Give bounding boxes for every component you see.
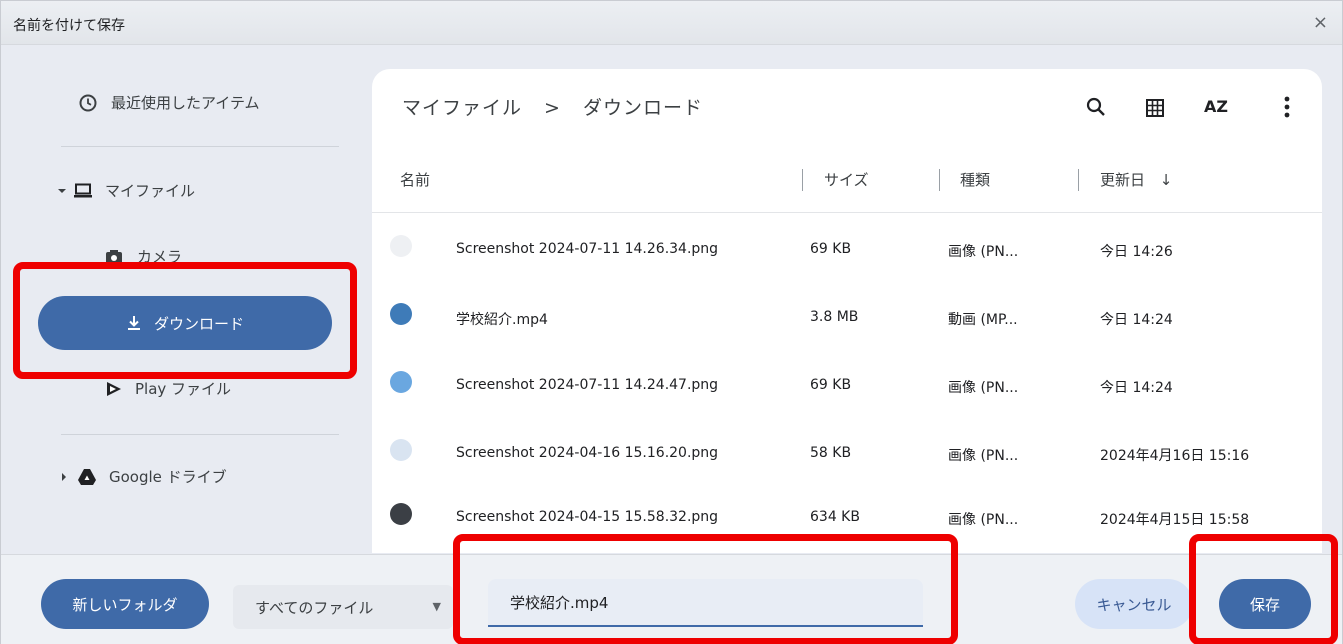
column-divider [802,169,803,191]
dialog-titlebar: 名前を付けて保存 × [1,1,1342,45]
more-vert-icon[interactable] [1284,96,1290,118]
file-name: Screenshot 2024-07-11 14.26.34.png [456,241,719,257]
breadcrumb: マイファイル > ダウンロード [402,93,703,120]
grid-view-icon[interactable] [1146,99,1164,117]
file-size: 69 KB [810,241,852,257]
file-type-select[interactable]: すべてのファイル ▼ [233,585,453,629]
sort-az-icon[interactable]: AZ [1204,97,1228,116]
dialog-title: 名前を付けて保存 [13,18,125,34]
breadcrumb-root[interactable]: マイファイル [402,93,522,120]
google-drive-icon [78,468,96,485]
file-type: 画像 (PN... [948,512,1019,528]
file-type: 画像 (PN... [948,244,1019,260]
column-header-name[interactable]: 名前 [400,169,430,190]
column-header-type[interactable]: 種類 [960,169,990,190]
file-type: 画像 (PN... [948,448,1019,464]
chevron-down-icon[interactable] [57,186,67,196]
sidebar-item-recent[interactable]: 最近使用したアイテム [79,92,260,113]
chevron-down-icon: ▼ [432,600,441,613]
file-row[interactable]: Screenshot 2024-04-16 15.16.20.png 58 KB… [372,421,1322,489]
play-store-icon [107,381,121,396]
file-type: 画像 (PN... [948,380,1019,396]
column-divider [1078,169,1079,191]
download-icon [127,316,140,330]
sidebar-item-camera[interactable]: カメラ [105,246,182,267]
sidebar-item-downloads[interactable]: ダウンロード [38,296,332,350]
clock-icon [79,94,97,111]
sidebar: 最近使用したアイテム マイファイル カメラ ダウンロード Play ファイル G… [1,46,371,556]
sidebar-item-play-files[interactable]: Play ファイル [105,378,231,399]
laptop-icon [74,183,92,197]
save-as-dialog: 名前を付けて保存 × 最近使用したアイテム マイファイル カメラ ダウンロード … [0,0,1343,644]
file-name: Screenshot 2024-04-16 15.16.20.png [456,445,719,461]
save-button[interactable]: 保存 [1219,579,1311,629]
sidebar-item-label: カメラ [137,248,183,266]
file-name: Screenshot 2024-07-11 14.24.47.png [456,377,719,393]
file-row[interactable]: Screenshot 2024-04-15 15.58.32.png 634 K… [372,485,1322,553]
dialog-footer: 新しいフォルダ すべてのファイル ▼ キャンセル 保存 [1,554,1342,644]
file-list-panel: マイファイル > ダウンロード AZ 名前 サイズ 種類 更新日 ↓ Scree… [372,69,1322,553]
file-row[interactable]: Screenshot 2024-07-11 14.24.47.png 69 KB… [372,353,1322,421]
breadcrumb-current[interactable]: ダウンロード [583,93,703,120]
file-thumbnail-icon [390,303,412,325]
file-thumbnail-icon [390,235,412,257]
file-size: 3.8 MB [810,309,859,325]
file-type-value: すべてのファイル [255,598,374,617]
file-thumbnail-icon [390,439,412,461]
file-modified: 今日 14:26 [1100,244,1173,260]
file-size: 634 KB [810,509,860,525]
column-header-size[interactable]: サイズ [824,169,869,190]
sidebar-item-label: マイファイル [105,182,196,200]
file-row[interactable]: Screenshot 2024-07-11 14.26.34.png 69 KB… [372,217,1322,285]
sidebar-divider [61,146,339,147]
sidebar-item-label: Google ドライブ [109,468,227,486]
sidebar-divider [61,434,339,435]
filename-input[interactable] [488,579,923,627]
breadcrumb-separator: > [544,97,561,119]
close-icon[interactable]: × [1313,12,1328,33]
file-size: 69 KB [810,377,852,393]
file-type: 動画 (MP... [948,312,1018,328]
search-icon[interactable] [1086,97,1106,117]
sidebar-item-label: ダウンロード [153,314,244,333]
sidebar-item-label: 最近使用したアイテム [111,94,260,112]
file-name: Screenshot 2024-04-15 15.58.32.png [456,509,719,525]
camera-icon [106,249,122,264]
file-size: 58 KB [810,445,852,461]
file-modified: 今日 14:24 [1100,380,1173,396]
file-thumbnail-icon [390,503,412,525]
sidebar-item-google-drive[interactable]: Google ドライブ [59,466,227,487]
file-thumbnail-icon [390,371,412,393]
file-modified: 2024年4月15日 15:58 [1100,512,1250,528]
file-row[interactable]: 学校紹介.mp4 3.8 MB 動画 (MP... 今日 14:24 [372,285,1322,353]
sidebar-item-my-files[interactable]: マイファイル [57,180,195,201]
column-divider [939,169,940,191]
column-header-modified[interactable]: 更新日 ↓ [1100,169,1172,190]
column-header-label: 更新日 [1100,171,1146,189]
sidebar-item-label: Play ファイル [135,380,232,398]
new-folder-button[interactable]: 新しいフォルダ [41,579,209,629]
cancel-button[interactable]: キャンセル [1075,579,1193,629]
chevron-right-icon[interactable] [59,472,69,482]
file-name: 学校紹介.mp4 [456,312,548,328]
header-divider [372,212,1322,213]
file-modified: 今日 14:24 [1100,312,1173,328]
file-modified: 2024年4月16日 15:16 [1100,448,1250,464]
sort-arrow-down-icon: ↓ [1159,171,1173,189]
